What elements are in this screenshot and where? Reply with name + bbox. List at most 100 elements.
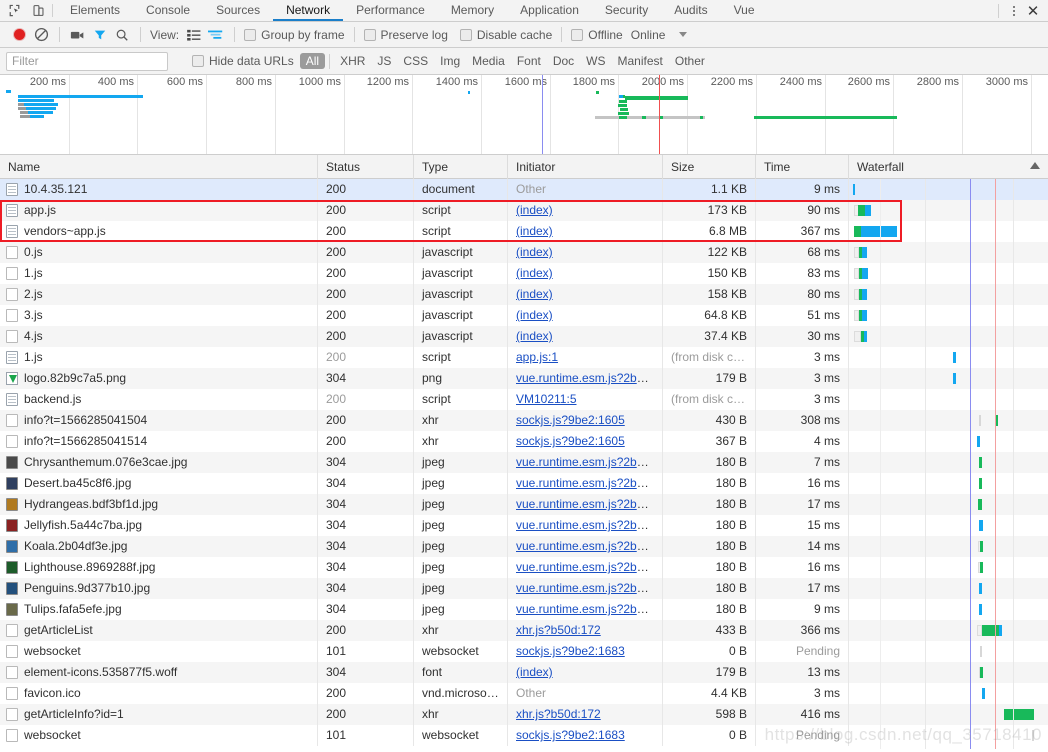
column-header-size[interactable]: Size: [663, 154, 756, 179]
filter-type-js[interactable]: JS: [371, 53, 397, 69]
filter-type-xhr[interactable]: XHR: [334, 53, 371, 69]
initiator-link[interactable]: (index): [516, 287, 553, 301]
initiator-link[interactable]: sockjs.js?9be2:1605: [516, 434, 625, 448]
filter-type-media[interactable]: Media: [466, 53, 511, 69]
table-row[interactable]: Penguins.9d377b10.jpg 304 jpeg vue.runtime.…: [0, 578, 1048, 599]
tab-application[interactable]: Application: [507, 0, 592, 21]
table-row[interactable]: Lighthouse.8969288f.jpg 304 jpeg vue.runtim…: [0, 557, 1048, 578]
close-icon[interactable]: ✕: [1024, 3, 1042, 20]
initiator-link[interactable]: vue.runtime.esm.js?2b0e:...: [516, 539, 662, 553]
tab-console[interactable]: Console: [133, 0, 203, 21]
hide-data-urls-checkbox[interactable]: Hide data URLs: [190, 54, 296, 68]
initiator-link[interactable]: sockjs.js?9be2:1683: [516, 728, 625, 742]
group-by-frame-checkbox[interactable]: Group by frame: [242, 28, 346, 42]
record-button[interactable]: [8, 24, 30, 46]
column-header-status[interactable]: Status: [318, 154, 414, 179]
table-row[interactable]: info?t=1566285041514 200 xhr sockjs.js?9be2…: [0, 431, 1048, 452]
table-row[interactable]: getArticleInfo?id=1 200 xhr xhr.js?b50d:172…: [0, 704, 1048, 725]
waterfall-view-icon[interactable]: [205, 24, 227, 46]
initiator-link[interactable]: vue.runtime.esm.js?2b0e:...: [516, 560, 662, 574]
table-row[interactable]: logo.82b9c7a5.png 304 png vue.runtime.esm.j…: [0, 368, 1048, 389]
table-row[interactable]: Jellyfish.5a44c7ba.jpg 304 jpeg vue.runtime…: [0, 515, 1048, 536]
filter-type-manifest[interactable]: Manifest: [612, 53, 669, 69]
tab-vue[interactable]: Vue: [721, 0, 768, 21]
capture-screenshots-icon[interactable]: [67, 24, 89, 46]
table-row[interactable]: info?t=1566285041504 200 xhr sockjs.js?9be2…: [0, 410, 1048, 431]
initiator-link[interactable]: vue.runtime.esm.js?2b0e:...: [516, 602, 662, 616]
table-row[interactable]: Hydrangeas.bdf3bf1d.jpg 304 jpeg vue.runtim…: [0, 494, 1048, 515]
initiator-link[interactable]: vue.runtime.esm.js?2b0e:...: [516, 581, 662, 595]
table-row[interactable]: Tulips.fafa5efe.jpg 304 jpeg vue.runtime.es…: [0, 599, 1048, 620]
initiator-link[interactable]: xhr.js?b50d:172: [516, 623, 601, 637]
table-row[interactable]: websocket 101 websocket sockjs.js?9be2:1683…: [0, 725, 1048, 746]
filter-type-doc[interactable]: Doc: [547, 53, 580, 69]
filter-type-font[interactable]: Font: [511, 53, 547, 69]
column-header-time[interactable]: Time: [756, 154, 849, 179]
table-row[interactable]: getArticleList 200 xhr xhr.js?b50d:172 433 B…: [0, 620, 1048, 641]
column-header-type[interactable]: Type: [414, 154, 508, 179]
table-row[interactable]: app.js 200 script (index) 173 KB 90 ms: [0, 200, 1048, 221]
filter-type-img[interactable]: Img: [434, 53, 466, 69]
device-toolbar-icon[interactable]: [30, 3, 46, 18]
offline-checkbox[interactable]: Offline: [569, 28, 624, 42]
filter-icon[interactable]: [89, 24, 111, 46]
initiator-link[interactable]: vue.runtime.esm.js?2b0e:...: [516, 497, 662, 511]
clear-button[interactable]: [30, 24, 52, 46]
table-row[interactable]: websocket 101 websocket sockjs.js?9be2:1683…: [0, 641, 1048, 662]
initiator-link[interactable]: xhr.js?b50d:172: [516, 707, 601, 721]
tab-elements[interactable]: Elements: [57, 0, 133, 21]
tab-memory[interactable]: Memory: [438, 0, 507, 21]
filter-type-all[interactable]: All: [299, 53, 326, 69]
table-row[interactable]: 0.js 200 javascript (index) 122 KB 68 ms: [0, 242, 1048, 263]
table-row[interactable]: vendors~app.js 200 script (index) 6.8 MB 367 …: [0, 221, 1048, 242]
initiator-link[interactable]: (index): [516, 266, 553, 280]
throttling-select[interactable]: Online: [625, 28, 688, 42]
initiator-link[interactable]: (index): [516, 224, 553, 238]
table-row[interactable]: Koala.2b04df3e.jpg 304 jpeg vue.runtime.esm…: [0, 536, 1048, 557]
filter-input[interactable]: [6, 51, 168, 71]
sort-ascending-icon[interactable]: [1030, 161, 1040, 169]
filter-type-ws[interactable]: WS: [580, 53, 611, 69]
table-row[interactable]: 1.js 200 javascript (index) 150 KB 83 ms: [0, 263, 1048, 284]
requests-table-body[interactable]: 10.4.35.121 200 document Other 1.1 KB 9 ms app…: [0, 179, 1048, 749]
filter-type-css[interactable]: CSS: [397, 53, 434, 69]
initiator-link[interactable]: vue.runtime.esm.js?2b0e:...: [516, 476, 662, 490]
initiator-link[interactable]: (index): [516, 308, 553, 322]
tab-network[interactable]: Network: [273, 0, 344, 21]
table-row[interactable]: 10.4.35.121 200 document Other 1.1 KB 9 ms: [0, 179, 1048, 200]
initiator-link[interactable]: vue.runtime.esm.js?2b0e:...: [516, 518, 662, 532]
table-row[interactable]: element-icons.535877f5.woff 304 font (index…: [0, 662, 1048, 683]
filter-type-other[interactable]: Other: [669, 53, 711, 69]
search-icon[interactable]: [111, 24, 133, 46]
table-row[interactable]: Chrysanthemum.076e3cae.jpg 304 jpeg vue.run…: [0, 452, 1048, 473]
initiator-link[interactable]: sockjs.js?9be2:1683: [516, 644, 625, 658]
disable-cache-checkbox[interactable]: Disable cache: [458, 28, 554, 42]
column-header-name[interactable]: Name: [0, 154, 318, 179]
inspect-element-icon[interactable]: [6, 3, 22, 18]
table-row[interactable]: favicon.ico 200 vnd.microsoft.... Other 4.4 …: [0, 683, 1048, 704]
table-row[interactable]: 2.js 200 javascript (index) 158 KB 80 ms: [0, 284, 1048, 305]
network-overview[interactable]: 200 ms 400 ms 600 ms 800 ms 1000 ms 1200 ms 14…: [0, 75, 1048, 155]
initiator-link[interactable]: (index): [516, 245, 553, 259]
table-row[interactable]: 4.js 200 javascript (index) 37.4 KB 30 ms: [0, 326, 1048, 347]
tab-audits[interactable]: Audits: [661, 0, 720, 21]
table-row[interactable]: Desert.ba45c8f6.jpg 304 jpeg vue.runtime.es…: [0, 473, 1048, 494]
initiator-link[interactable]: app.js:1: [516, 350, 558, 364]
table-row[interactable]: backend.js 200 script VM10211:5 (from disk c…: [0, 389, 1048, 410]
initiator-link[interactable]: vue.runtime.esm.js?2b0e:...: [516, 455, 662, 469]
initiator-link[interactable]: (index): [516, 329, 553, 343]
initiator-link[interactable]: VM10211:5: [516, 392, 577, 406]
more-options-icon[interactable]: [1006, 3, 1022, 19]
list-view-icon[interactable]: [183, 24, 205, 46]
initiator-link[interactable]: (index): [516, 203, 553, 217]
tab-performance[interactable]: Performance: [343, 0, 438, 21]
column-header-waterfall[interactable]: Waterfall: [849, 155, 1048, 179]
table-row[interactable]: 3.js 200 javascript (index) 64.8 KB 51 ms: [0, 305, 1048, 326]
column-header-initiator[interactable]: Initiator: [508, 154, 663, 179]
tab-security[interactable]: Security: [592, 0, 661, 21]
table-row[interactable]: 1.js 200 script app.js:1 (from disk cac... 3 …: [0, 347, 1048, 368]
initiator-link[interactable]: (index): [516, 665, 553, 679]
initiator-link[interactable]: vue.runtime.esm.js?2b0e:...: [516, 371, 662, 385]
preserve-log-checkbox[interactable]: Preserve log: [362, 28, 450, 42]
initiator-link[interactable]: sockjs.js?9be2:1605: [516, 413, 625, 427]
